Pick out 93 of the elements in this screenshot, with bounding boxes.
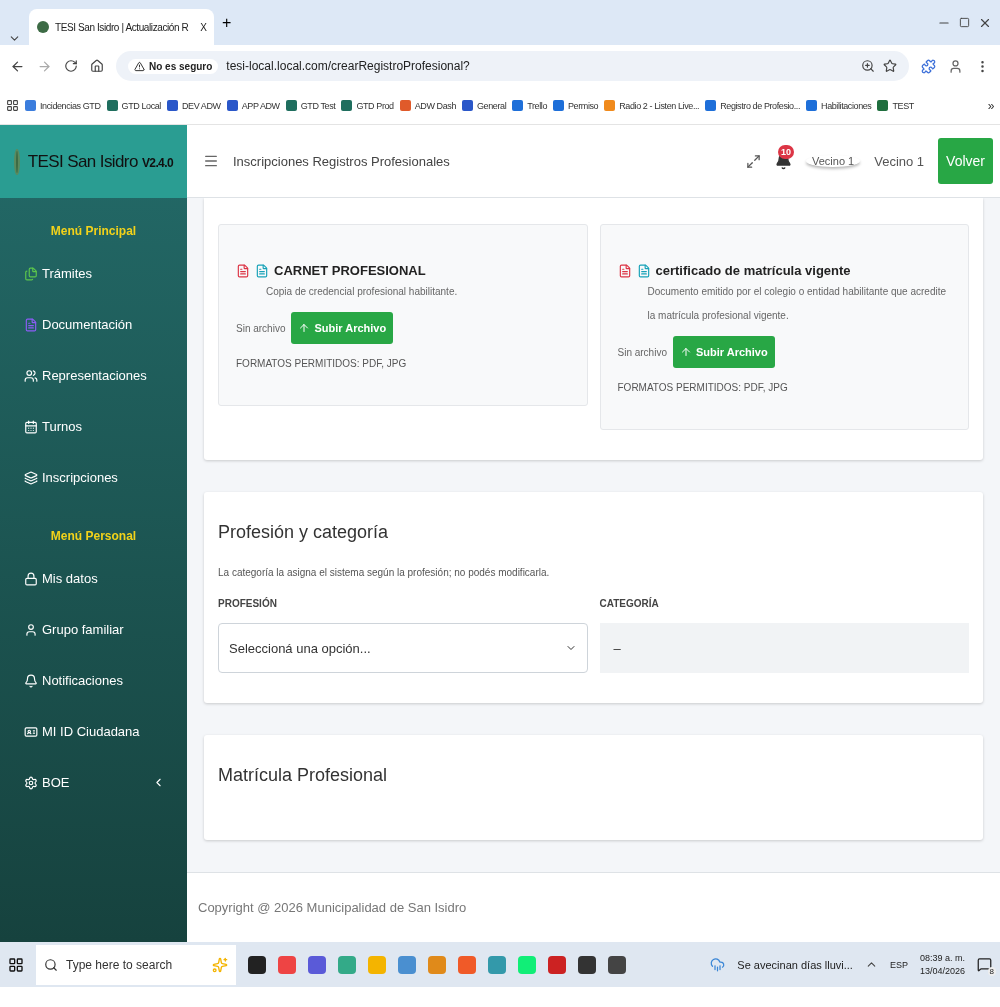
taskbar-app-icon[interactable] — [248, 955, 266, 974]
footer-text: Copyright @ 2026 Municipalidad de San Isidro — [187, 872, 1000, 942]
taskbar-app-icon[interactable] — [578, 955, 596, 974]
menu-item-icon — [24, 775, 38, 790]
sidebar-item[interactable]: MI ID Ciudadana — [0, 706, 187, 757]
sidebar-item[interactable]: BOE — [0, 757, 187, 808]
page-title: Inscripciones Registros Profesionales — [233, 153, 450, 169]
menu-item-icon — [24, 266, 38, 281]
sidebar-item[interactable]: Inscripciones — [0, 452, 187, 503]
bookmark-item[interactable]: General — [462, 100, 507, 111]
brand-title[interactable]: TESI San Isidro V2.4.0 — [27, 151, 173, 172]
profile-icon[interactable] — [948, 58, 963, 74]
language-indicator[interactable]: ESP — [889, 959, 908, 970]
bookmark-item[interactable]: GTD Prod — [341, 100, 394, 111]
menu-item-icon — [24, 419, 38, 434]
zoom-icon[interactable] — [861, 59, 875, 73]
weather-text[interactable]: Se avecinan días lluvi... — [737, 958, 853, 971]
document-title: certificado de matrícula vigente — [655, 263, 851, 278]
back-icon[interactable] — [10, 58, 25, 74]
menu-item-icon — [24, 571, 38, 586]
pdf-icon — [617, 263, 632, 278]
category-field: – — [599, 623, 969, 673]
bookmark-star-icon[interactable] — [883, 59, 897, 73]
sidebar-item[interactable]: Representaciones — [0, 350, 187, 401]
avatar-alt-text: Vecino 1 — [806, 155, 861, 167]
bookmark-item[interactable]: Trello — [512, 100, 547, 111]
profession-select[interactable]: Seleccioná una opción... — [218, 623, 588, 673]
bookmark-item[interactable]: APP ADW — [226, 100, 280, 111]
extension-icon[interactable] — [921, 58, 936, 74]
allowed-formats: FORMATOS PERMITIDOS: PDF, JPG — [617, 382, 789, 393]
browser-tab[interactable]: TESI San Isidro | Actualización R X — [29, 9, 214, 45]
allowed-formats: FORMATOS PERMITIDOS: PDF, JPG — [236, 358, 408, 369]
apps-grid-icon[interactable] — [6, 99, 19, 112]
security-indicator[interactable]: No es seguro — [128, 58, 219, 74]
menu-item-icon — [24, 317, 38, 332]
menu-item-icon — [24, 673, 38, 688]
image-file-icon — [255, 263, 269, 278]
sidebar-item[interactable]: Mis datos — [0, 553, 187, 604]
arrow-up-icon — [679, 346, 692, 358]
notification-badge: 10 — [778, 144, 794, 159]
sidebar-item[interactable]: Trámites — [0, 248, 187, 299]
section-title: Profesión y categoría — [218, 522, 390, 543]
bookmark-item[interactable]: ADW Dash — [399, 100, 456, 111]
bookmark-item[interactable]: GTD Local — [106, 100, 161, 111]
more-bookmarks-button[interactable]: » — [987, 98, 994, 113]
bookmark-item[interactable]: Registro de Profesio... — [705, 100, 801, 111]
bookmark-item[interactable]: GTD Test — [285, 100, 336, 111]
tab-title: TESI San Isidro | Actualización R — [55, 21, 189, 33]
tab-close-button[interactable]: X — [200, 21, 207, 33]
file-status: Sin archivo — [236, 322, 286, 334]
menu-icon[interactable] — [203, 153, 219, 169]
field-label: PROFESIÓN — [218, 598, 278, 609]
home-icon[interactable] — [90, 59, 104, 73]
menu-item-icon — [24, 368, 38, 383]
sidebar-item[interactable]: Documentación — [0, 299, 187, 350]
menu-heading: Menú Principal — [49, 223, 138, 240]
menu-item-icon — [24, 724, 38, 739]
sidebar-item[interactable]: Turnos — [0, 401, 187, 452]
user-name[interactable]: Vecino 1 — [874, 153, 925, 169]
pdf-icon — [236, 263, 250, 278]
search-icon — [44, 957, 58, 972]
weather-icon[interactable] — [710, 957, 726, 972]
reload-icon[interactable] — [64, 59, 78, 73]
document-description: Documento emitido por el colegio o entidad habilitante que acredite la matrícula profesional vigente. — [646, 285, 948, 323]
taskbar-search-field[interactable]: Type here to search — [36, 944, 236, 985]
image-file-icon — [636, 263, 651, 278]
menu-item-icon — [24, 622, 38, 637]
new-tab-button[interactable]: + — [222, 13, 232, 32]
taskbar-app-icon[interactable] — [608, 955, 626, 974]
bookmark-item[interactable]: DEV ADW — [166, 100, 221, 111]
help-text: La categoría la asigna el sistema según la profesión; no podés modificarla. — [218, 567, 551, 578]
file-status: Sin archivo — [617, 346, 667, 358]
bookmark-item[interactable]: Incidencias GTD — [25, 100, 101, 111]
section-title: Matrícula Profesional — [218, 765, 389, 786]
url-text: tesi-local.local.com/crearRegistroProfesional? — [226, 59, 470, 73]
taskbar-clock[interactable]: 08:39 a. m. 13/04/2026 — [919, 951, 965, 978]
bookmark-item[interactable]: Radio 2 - Listen Live... — [604, 100, 700, 111]
bookmark-item[interactable]: Habilitaciones — [806, 100, 872, 111]
maximize-icon[interactable] — [959, 17, 970, 28]
bookmark-item[interactable]: Permiso — [553, 100, 599, 111]
start-icon[interactable] — [8, 956, 24, 973]
field-label: CATEGORÍA — [599, 598, 660, 609]
arrow-up-icon — [298, 322, 311, 334]
document-description: Copia de credencial profesional habilitante. — [265, 285, 459, 299]
address-bar[interactable]: No es seguro tesi-local.local.com/crearRegistroProfesional? — [116, 51, 909, 81]
menu-item-icon — [24, 470, 38, 485]
fullscreen-icon[interactable] — [746, 153, 761, 169]
sidebar-item[interactable]: Grupo familiar — [0, 604, 187, 655]
sidebar-item[interactable]: Notificaciones — [0, 655, 187, 706]
site-favicon — [37, 21, 49, 33]
document-title: CARNET PROFESIONAL — [274, 263, 426, 278]
menu-heading: Menú Personal — [49, 528, 138, 545]
bookmark-item[interactable]: TEST — [877, 100, 914, 111]
